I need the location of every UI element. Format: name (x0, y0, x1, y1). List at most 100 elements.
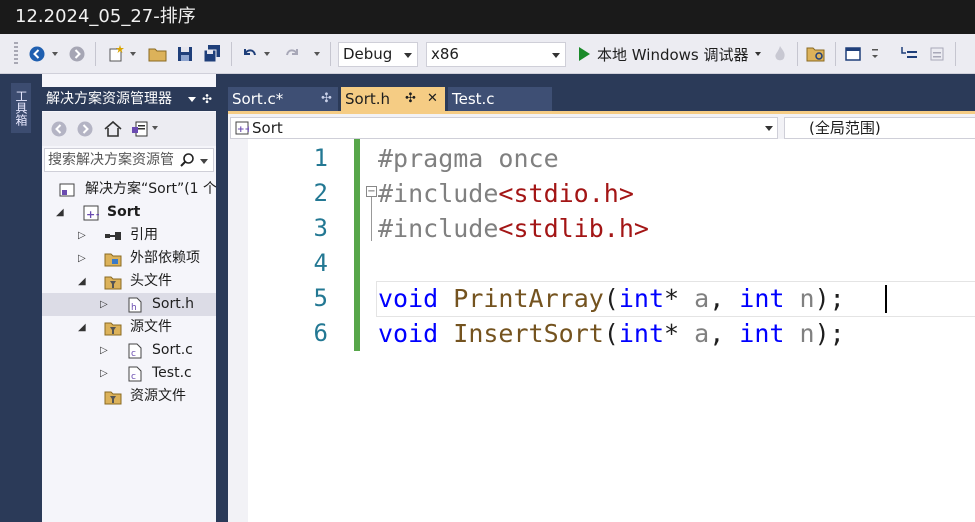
change-tracking-bar (354, 139, 360, 351)
editor-margin (228, 139, 248, 522)
code-editor[interactable]: − 1 2 3 4 5 6 #pragma once #include<stdio… (228, 139, 975, 522)
window-icon[interactable] (842, 42, 864, 66)
line-number: 1 (313, 144, 328, 172)
fire-icon[interactable] (770, 42, 790, 66)
start-debug-icon[interactable] (574, 42, 594, 66)
svg-text:++: ++ (86, 208, 99, 221)
tree-item-sort-h[interactable]: ▷ h Sort.h (42, 293, 216, 316)
filter-folder-icon (104, 320, 122, 336)
save-icon[interactable] (174, 42, 196, 66)
expand-icon[interactable]: ▷ (100, 362, 108, 385)
home-icon[interactable] (103, 119, 123, 143)
undo-dropdown-icon[interactable] (262, 42, 272, 66)
collapse-icon[interactable]: ◢ (78, 316, 86, 339)
tab-label: Sort.c* (232, 90, 284, 108)
code-line[interactable]: #include<stdlib.h> (378, 211, 649, 246)
project-icon: ++ (83, 205, 104, 221)
pin-icon[interactable]: ✣ (405, 87, 416, 111)
toolbar-overflow-icon[interactable] (868, 42, 882, 66)
fold-collapse-icon[interactable]: − (366, 186, 377, 197)
code-token: n (799, 319, 815, 348)
left-tool-strip (0, 74, 42, 522)
expand-icon[interactable]: ▷ (100, 339, 108, 362)
tree-item-label: 头文件 (130, 273, 172, 289)
back-icon[interactable] (50, 120, 68, 142)
uncomment-icon[interactable] (926, 42, 948, 66)
svg-text:++: ++ (237, 125, 249, 135)
comment-icon[interactable] (898, 42, 922, 66)
tab-sort-h[interactable]: Sort.h ✣ ✕ (341, 87, 445, 111)
search-icon[interactable] (179, 152, 195, 171)
folder-icon[interactable] (804, 42, 828, 66)
solution-explorer-toolbar (42, 112, 216, 146)
global-scope-select[interactable]: (全局范围) (784, 117, 975, 139)
panel-splitter[interactable] (216, 74, 228, 522)
tree-item-label: 资源文件 (130, 388, 186, 404)
undo-icon[interactable] (238, 42, 260, 66)
open-file-icon[interactable] (146, 42, 170, 66)
tree-item-external-deps[interactable]: ▷ 外部依赖项 (42, 247, 216, 270)
pin-icon[interactable]: ✣ (321, 87, 332, 111)
code-token: #pragma once (378, 144, 559, 173)
forward-icon[interactable] (76, 120, 94, 142)
tab-label: Sort.h (345, 90, 391, 108)
solution-explorer-title: 解决方案资源管理器 (46, 91, 172, 107)
line-number: 5 (313, 284, 328, 312)
tree-item-label: Test.c (152, 365, 192, 381)
project-scope-select[interactable]: ++ Sort (230, 117, 778, 139)
tab-sort-c[interactable]: Sort.c* ✣ (228, 87, 338, 111)
tree-item-solution[interactable]: 解决方案“Sort”(1 个 (42, 178, 216, 201)
chevron-down-icon[interactable] (188, 97, 196, 102)
tree-item-source-files[interactable]: ◢ 源文件 (42, 316, 216, 339)
code-token: int (618, 284, 665, 313)
fold-guide (371, 197, 372, 241)
tree-item-sort-c[interactable]: ▷ c Sort.c (42, 339, 216, 362)
expand-icon[interactable]: ▷ (78, 247, 86, 270)
expand-icon[interactable]: ▷ (100, 293, 108, 316)
platform-value: x86 (431, 45, 459, 63)
code-token: ( (603, 284, 619, 313)
chevron-down-icon[interactable] (200, 159, 208, 164)
back-dropdown-icon[interactable] (50, 42, 60, 66)
code-token: ); (814, 284, 845, 313)
tree-item-header-files[interactable]: ◢ 头文件 (42, 270, 216, 293)
project-icon: ++ (235, 120, 252, 140)
collapse-icon[interactable]: ◢ (56, 201, 64, 224)
collapse-icon[interactable]: ◢ (78, 270, 86, 293)
code-line[interactable]: #include<stdio.h> (378, 176, 634, 211)
close-icon[interactable]: ✕ (427, 87, 438, 111)
expand-icon[interactable]: ▷ (78, 224, 86, 247)
toolbar-separator (330, 42, 331, 66)
solution-config-select[interactable]: Debug (338, 42, 418, 67)
tree-item-test-c[interactable]: ▷ c Test.c (42, 362, 216, 385)
tools-dropdown-icon[interactable] (152, 126, 158, 130)
redo-icon[interactable] (282, 42, 304, 66)
tree-item-project[interactable]: ◢ ++ Sort (42, 201, 216, 224)
code-line[interactable]: #pragma once (378, 141, 559, 176)
redo-dropdown-icon[interactable] (312, 42, 322, 66)
tab-test-c[interactable]: Test.c (448, 87, 552, 111)
code-line[interactable]: void PrintArray(int* a, int n); (378, 281, 845, 316)
toolbar-grip[interactable] (14, 42, 18, 66)
code-token: , (709, 319, 740, 348)
forward-icon[interactable] (66, 42, 88, 66)
sync-view-icon[interactable] (130, 119, 150, 143)
back-icon[interactable] (26, 42, 48, 66)
run-dropdown-icon[interactable] (753, 42, 763, 66)
toolbox-tab[interactable]: 工具箱 (11, 83, 31, 133)
solution-config-value: Debug (343, 45, 393, 63)
platform-select[interactable]: x86 (426, 42, 566, 67)
new-item-icon[interactable] (104, 42, 128, 66)
code-token: InsertSort (453, 319, 604, 348)
code-line[interactable]: void InsertSort(int* a, int n); (378, 316, 845, 351)
tree-item-references[interactable]: ▷ 引用 (42, 224, 216, 247)
line-number: 6 (313, 319, 328, 347)
run-debugger-button[interactable]: 本地 Windows 调试器 (597, 42, 751, 66)
solution-search-input[interactable]: 搜索解决方案资源管 (44, 148, 214, 172)
pin-icon[interactable]: ✣ (202, 87, 212, 111)
new-item-dropdown-icon[interactable] (128, 42, 138, 66)
tree-item-resource-files[interactable]: 资源文件 (42, 385, 216, 408)
save-all-icon[interactable] (200, 42, 224, 66)
